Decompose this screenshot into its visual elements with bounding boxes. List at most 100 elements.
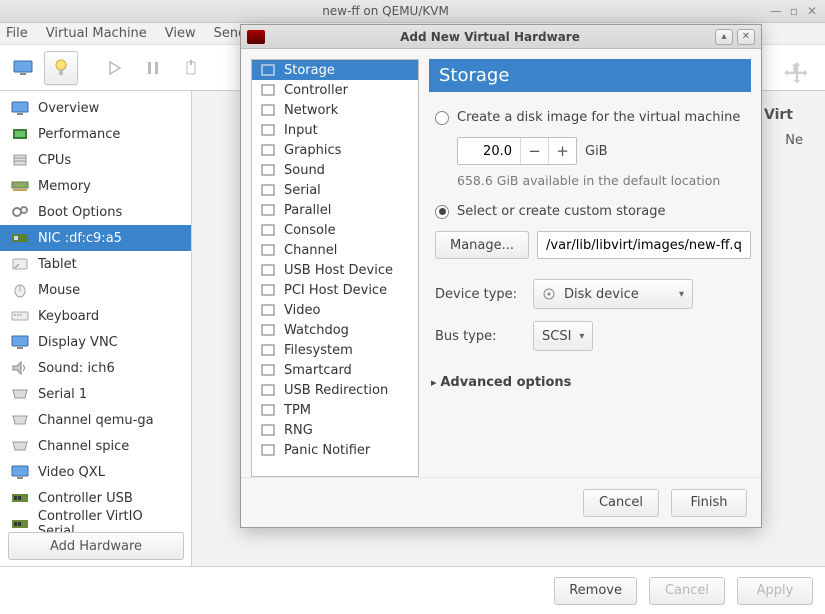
size-plus-button[interactable]: + — [548, 138, 576, 164]
hw-item-icon — [260, 402, 276, 418]
bus-type-label: Bus type: — [435, 329, 525, 344]
monitor-icon — [13, 60, 33, 76]
sidebar-item-label: Memory — [38, 179, 91, 194]
dialog-finish-button[interactable]: Finish — [671, 489, 747, 517]
size-minus-button[interactable]: − — [520, 138, 548, 164]
advanced-options-expander[interactable]: Advanced options — [431, 375, 751, 390]
disk-icon — [542, 287, 556, 301]
radio-custom-label: Select or create custom storage — [457, 204, 665, 219]
hw-item-pci-host-device[interactable]: PCI Host Device — [252, 280, 418, 300]
hardware-type-list[interactable]: StorageControllerNetworkInputGraphicsSou… — [251, 59, 419, 477]
hw-item-controller[interactable]: Controller — [252, 80, 418, 100]
hw-item-usb-host-device[interactable]: USB Host Device — [252, 260, 418, 280]
storage-path-input[interactable] — [537, 231, 751, 259]
hw-item-label: Panic Notifier — [284, 443, 370, 458]
bottom-bar: Remove Cancel Apply — [0, 566, 825, 614]
details-view-button[interactable] — [44, 51, 78, 85]
gears-icon — [10, 203, 30, 221]
hw-item-icon — [260, 382, 276, 398]
hw-item-input[interactable]: Input — [252, 120, 418, 140]
hw-item-panic-notifier[interactable]: Panic Notifier — [252, 440, 418, 460]
chip-icon — [10, 151, 30, 169]
sidebar-item-label: Overview — [38, 101, 99, 116]
sound-icon — [10, 359, 30, 377]
hw-item-label: USB Redirection — [284, 383, 388, 398]
display-icon — [10, 463, 30, 481]
maximize-icon[interactable]: ▫ — [787, 4, 801, 18]
run-button[interactable] — [98, 51, 132, 85]
remove-button[interactable]: Remove — [554, 577, 637, 605]
device-type-combo[interactable]: Disk device ▾ — [533, 279, 693, 309]
hw-item-network[interactable]: Network — [252, 100, 418, 120]
sidebar-item-label: Serial 1 — [38, 387, 87, 402]
hw-item-storage[interactable]: Storage — [252, 60, 418, 80]
sidebar-item-memory[interactable]: Memory — [0, 173, 191, 199]
hw-item-label: PCI Host Device — [284, 283, 387, 298]
hw-item-serial[interactable]: Serial — [252, 180, 418, 200]
hw-item-filesystem[interactable]: Filesystem — [252, 340, 418, 360]
shutdown-button[interactable] — [174, 51, 208, 85]
size-input[interactable] — [458, 138, 520, 164]
dialog-title: Add New Virtual Hardware — [269, 30, 711, 44]
apply-button[interactable]: Apply — [737, 577, 813, 605]
play-icon — [108, 61, 122, 75]
hw-item-icon — [260, 302, 276, 318]
sidebar-item-controller-usb[interactable]: Controller USB — [0, 485, 191, 511]
add-hardware-button[interactable]: Add Hardware — [8, 532, 184, 560]
hw-item-icon — [260, 422, 276, 438]
sidebar-item-label: Boot Options — [38, 205, 122, 220]
radio-custom-storage[interactable] — [435, 205, 449, 219]
hw-item-video[interactable]: Video — [252, 300, 418, 320]
hw-item-icon — [260, 242, 276, 258]
sidebar-item-overview[interactable]: Overview — [0, 95, 191, 121]
sidebar-item-keyboard[interactable]: Keyboard — [0, 303, 191, 329]
menu-vm[interactable]: Virtual Machine — [46, 26, 147, 41]
sidebar-item-serial-1[interactable]: Serial 1 — [0, 381, 191, 407]
menu-view[interactable]: View — [165, 26, 196, 41]
sidebar-item-mouse[interactable]: Mouse — [0, 277, 191, 303]
dialog-cancel-button[interactable]: Cancel — [583, 489, 659, 517]
hw-item-icon — [260, 342, 276, 358]
sidebar-item-channel-spice[interactable]: Channel spice — [0, 433, 191, 459]
sidebar-item-sound-ich6[interactable]: Sound: ich6 — [0, 355, 191, 381]
menu-file[interactable]: File — [6, 26, 28, 41]
manage-button[interactable]: Manage... — [435, 231, 529, 259]
console-view-button[interactable] — [6, 51, 40, 85]
sidebar-item-boot-options[interactable]: Boot Options — [0, 199, 191, 225]
bus-type-combo[interactable]: SCSI ▾ — [533, 321, 593, 351]
hw-item-smartcard[interactable]: Smartcard — [252, 360, 418, 380]
sidebar-item-label: NIC :df:c9:a5 — [38, 231, 122, 246]
minimize-icon[interactable]: — — [769, 4, 783, 18]
sidebar-item-label: CPUs — [38, 153, 71, 168]
size-spinner[interactable]: − + — [457, 137, 577, 165]
sidebar-item-label: Performance — [38, 127, 120, 142]
hw-item-icon — [260, 362, 276, 378]
hw-item-tpm[interactable]: TPM — [252, 400, 418, 420]
close-icon[interactable]: ✕ — [805, 4, 819, 18]
sidebar-item-nic-df-c9-a5[interactable]: NIC :df:c9:a5 — [0, 225, 191, 251]
sidebar-item-performance[interactable]: Performance — [0, 121, 191, 147]
cancel-button[interactable]: Cancel — [649, 577, 725, 605]
hardware-form: Storage Create a disk image for the virt… — [419, 59, 751, 477]
sidebar-item-display-vnc[interactable]: Display VNC — [0, 329, 191, 355]
sidebar-item-channel-qemu-ga[interactable]: Channel qemu-ga — [0, 407, 191, 433]
radio-create-image[interactable] — [435, 111, 449, 125]
hw-item-parallel[interactable]: Parallel — [252, 200, 418, 220]
hw-item-channel[interactable]: Channel — [252, 240, 418, 260]
sidebar-item-video-qxl[interactable]: Video QXL — [0, 459, 191, 485]
sidebar-item-tablet[interactable]: Tablet — [0, 251, 191, 277]
dialog-up-icon[interactable]: ▴ — [715, 29, 733, 45]
hw-item-rng[interactable]: RNG — [252, 420, 418, 440]
dialog-titlebar[interactable]: Add New Virtual Hardware ▴ ✕ — [241, 25, 761, 49]
hw-item-sound[interactable]: Sound — [252, 160, 418, 180]
hw-item-watchdog[interactable]: Watchdog — [252, 320, 418, 340]
move-handle-icon[interactable] — [783, 60, 811, 88]
hw-item-graphics[interactable]: Graphics — [252, 140, 418, 160]
sidebar-item-cpus[interactable]: CPUs — [0, 147, 191, 173]
dialog-close-icon[interactable]: ✕ — [737, 29, 755, 45]
hw-item-usb-redirection[interactable]: USB Redirection — [252, 380, 418, 400]
pause-button[interactable] — [136, 51, 170, 85]
hw-item-icon — [260, 222, 276, 238]
hw-item-icon — [260, 182, 276, 198]
hw-item-console[interactable]: Console — [252, 220, 418, 240]
